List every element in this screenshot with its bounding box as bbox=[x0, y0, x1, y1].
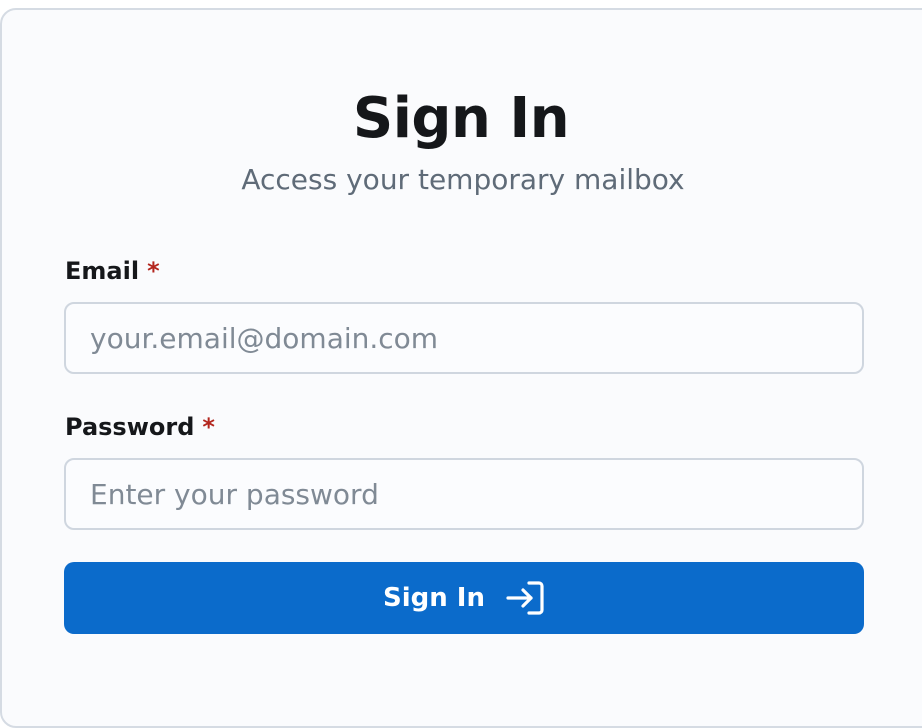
password-field[interactable] bbox=[64, 458, 864, 530]
email-label-text: Email bbox=[65, 257, 140, 285]
page-title: Sign In bbox=[352, 86, 570, 151]
login-arrow-icon bbox=[505, 580, 545, 616]
email-field[interactable] bbox=[64, 302, 864, 374]
password-label-text: Password bbox=[65, 413, 195, 441]
sign-in-button[interactable]: Sign In bbox=[64, 562, 864, 634]
email-label: Email * bbox=[65, 256, 160, 286]
email-required-marker: * bbox=[147, 257, 160, 285]
password-required-marker: * bbox=[202, 413, 215, 441]
password-label: Password * bbox=[65, 412, 215, 442]
page-subtitle: Access your temporary mailbox bbox=[241, 163, 685, 196]
sign-in-button-label: Sign In bbox=[383, 583, 485, 613]
